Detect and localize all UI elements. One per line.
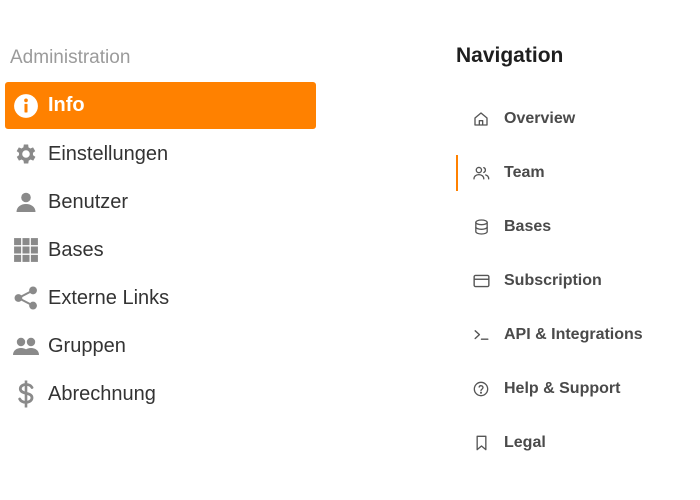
credit-card-icon xyxy=(472,272,490,290)
users-icon xyxy=(472,164,490,182)
bookmark-icon xyxy=(472,434,490,452)
nav-item-team[interactable]: Team xyxy=(456,146,700,200)
dollar-icon xyxy=(11,379,41,409)
help-circle-icon xyxy=(472,380,490,398)
nav-item-subscription[interactable]: Subscription xyxy=(456,254,700,308)
settings-page: Administration Info Einstellungen Benutz… xyxy=(0,0,700,500)
database-icon xyxy=(472,218,490,236)
nav-item-label: Legal xyxy=(504,434,546,451)
admin-item-bases[interactable]: Bases xyxy=(5,226,316,274)
nav-item-label: Overview xyxy=(504,110,576,127)
admin-item-label: Externe Links xyxy=(48,286,170,309)
grid-icon xyxy=(11,235,41,265)
user-icon xyxy=(11,187,41,217)
admin-item-info[interactable]: Info xyxy=(5,82,316,129)
admin-item-label: Einstellungen xyxy=(48,142,169,165)
nav-item-label: API & Integrations xyxy=(504,326,643,343)
terminal-icon xyxy=(472,326,490,344)
admin-item-gruppen[interactable]: Gruppen xyxy=(5,322,316,370)
gear-icon xyxy=(11,139,41,169)
info-icon xyxy=(11,91,41,121)
nav-item-bases[interactable]: Bases xyxy=(456,200,700,254)
home-icon xyxy=(472,110,490,128)
navigation-title: Navigation xyxy=(456,44,564,67)
nav-item-label: Subscription xyxy=(504,272,602,289)
group-icon xyxy=(11,331,41,361)
admin-item-label: Bases xyxy=(48,238,104,261)
share-icon xyxy=(11,283,41,313)
admin-item-externe-links[interactable]: Externe Links xyxy=(5,274,316,322)
navigation-list: Overview Team Bases Subscription API & I… xyxy=(456,92,700,470)
nav-item-label: Bases xyxy=(504,218,552,235)
admin-item-einstellungen[interactable]: Einstellungen xyxy=(5,130,316,178)
admin-item-label: Info xyxy=(48,94,85,116)
nav-item-api-integrations[interactable]: API & Integrations xyxy=(456,308,700,362)
nav-item-label: Team xyxy=(504,164,545,181)
admin-menu-title: Administration xyxy=(10,47,131,68)
admin-item-benutzer[interactable]: Benutzer xyxy=(5,178,316,226)
nav-item-label: Help & Support xyxy=(504,380,621,397)
nav-item-legal[interactable]: Legal xyxy=(456,416,700,470)
admin-menu-list: Info Einstellungen Benutzer Bases Extern… xyxy=(5,82,316,418)
nav-item-help-support[interactable]: Help & Support xyxy=(456,362,700,416)
admin-item-label: Abrechnung xyxy=(48,382,156,405)
admin-item-label: Benutzer xyxy=(48,190,129,213)
nav-item-overview[interactable]: Overview xyxy=(456,92,700,146)
admin-item-label: Gruppen xyxy=(48,334,126,357)
admin-item-abrechnung[interactable]: Abrechnung xyxy=(5,370,316,418)
